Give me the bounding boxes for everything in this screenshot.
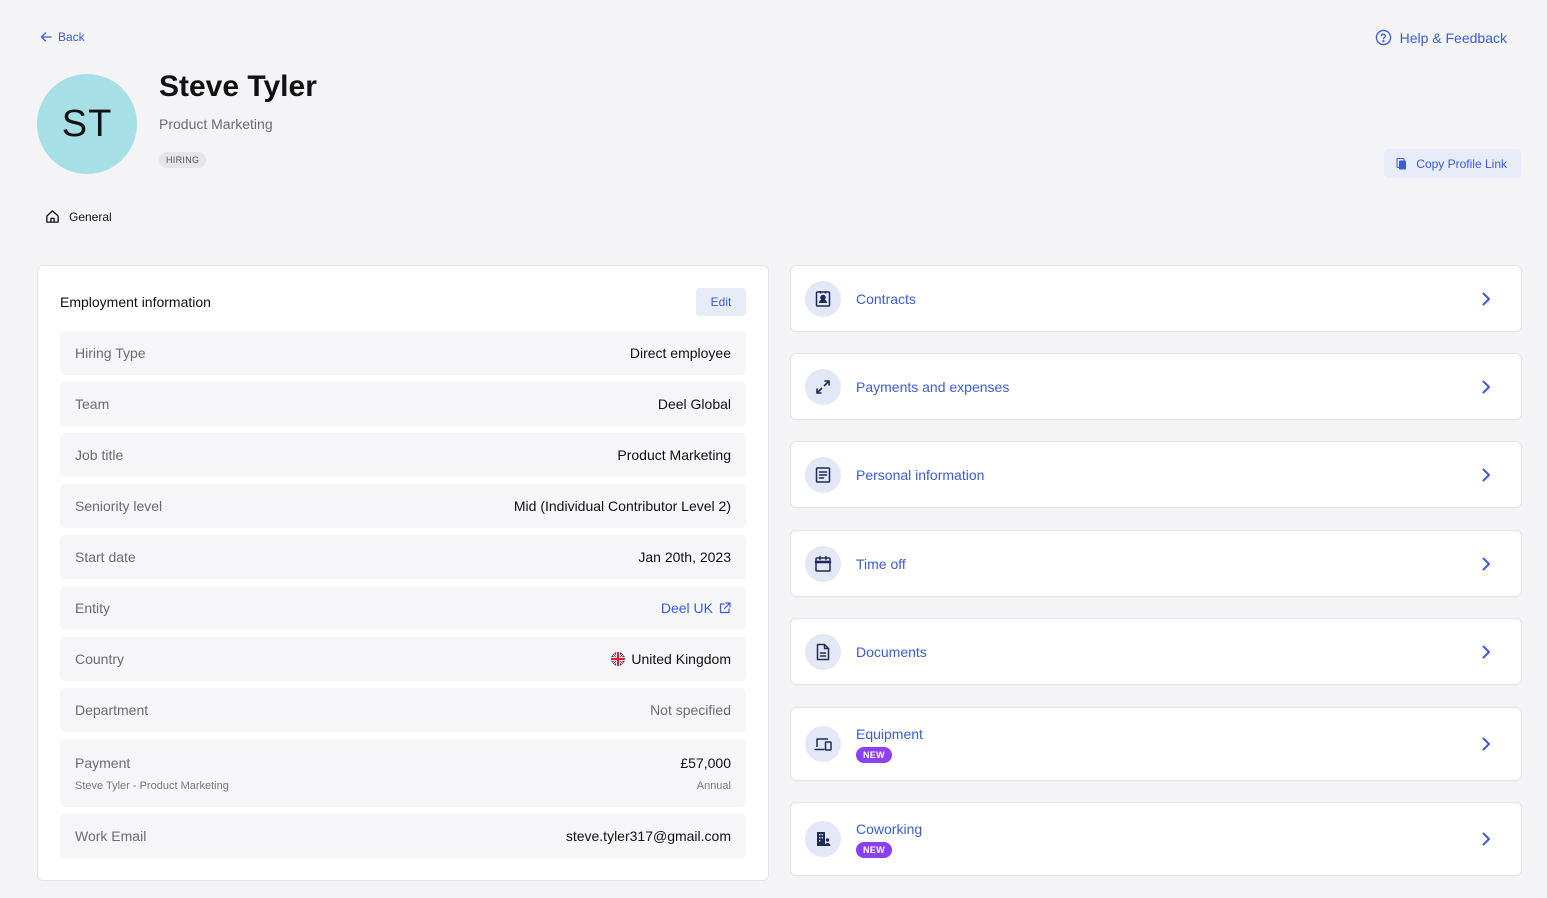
info-label: Team xyxy=(75,396,110,412)
external-link-icon xyxy=(719,602,731,614)
employment-info-title: Employment information xyxy=(60,294,211,310)
info-value: steve.tyler317@gmail.com xyxy=(565,828,731,844)
document-lines-icon xyxy=(805,456,841,493)
section-label: Payments and expenses xyxy=(856,378,1010,395)
copy-icon xyxy=(1396,157,1407,169)
section-label: Equipment xyxy=(856,725,923,742)
payment-frequency: Annual xyxy=(696,779,731,792)
chevron-right-icon xyxy=(1482,645,1490,658)
info-row-hiring-type: Hiring Type Direct employee xyxy=(60,331,746,375)
help-feedback-link[interactable]: Help & Feedback xyxy=(1375,29,1507,46)
chevron-right-icon xyxy=(1482,468,1490,481)
file-icon xyxy=(805,633,841,670)
country-value: United Kingdom xyxy=(631,651,731,667)
info-label: Department xyxy=(75,702,149,718)
info-value: United Kingdom xyxy=(611,651,731,667)
info-label: Payment xyxy=(75,754,131,771)
chevron-right-icon xyxy=(1482,557,1490,570)
avatar: ST xyxy=(37,74,137,174)
info-label: Work Email xyxy=(75,828,147,844)
new-badge: NEW xyxy=(856,841,892,858)
help-circle-icon xyxy=(1375,29,1391,46)
new-badge: NEW xyxy=(856,746,892,763)
info-row-seniority: Seniority level Mid (Individual Contribu… xyxy=(60,484,746,528)
arrows-icon xyxy=(805,368,841,405)
uk-flag-icon xyxy=(611,652,626,666)
tab-general-label: General xyxy=(69,209,112,224)
chevron-right-icon xyxy=(1482,380,1490,393)
info-row-job-title: Job title Product Marketing xyxy=(60,433,746,477)
section-card-contracts[interactable]: Contracts xyxy=(790,265,1522,332)
employment-info-card: Employment information Edit Hiring Type … xyxy=(37,265,769,881)
tab-general[interactable]: General xyxy=(45,209,112,224)
section-label: Personal information xyxy=(856,466,985,483)
info-label: Start date xyxy=(75,549,136,565)
payment-description: Steve Tyler - Product Marketing xyxy=(75,779,229,792)
section-card-coworking[interactable]: Coworking NEW xyxy=(790,802,1522,876)
info-row-team: Team Deel Global xyxy=(60,382,746,426)
info-value: Jan 20th, 2023 xyxy=(638,549,731,565)
section-label: Time off xyxy=(856,555,906,572)
info-label: Entity xyxy=(75,600,111,616)
info-label: Job title xyxy=(75,447,124,463)
section-card-personal-information[interactable]: Personal information xyxy=(790,441,1522,508)
help-feedback-label: Help & Feedback xyxy=(1399,29,1507,46)
contract-icon xyxy=(805,280,841,317)
section-label: Contracts xyxy=(856,290,916,307)
info-row-payment: Payment Steve Tyler - Product Marketing … xyxy=(60,739,746,807)
devices-icon xyxy=(805,726,841,762)
info-row-department: Department Not specified xyxy=(60,688,746,732)
section-card-equipment[interactable]: Equipment NEW xyxy=(790,707,1522,781)
info-value: Product Marketing xyxy=(617,447,731,463)
info-row-work-email: Work Email steve.tyler317@gmail.com xyxy=(60,814,746,858)
copy-profile-link-label: Copy Profile Link xyxy=(1416,156,1507,171)
info-value: Deel Global xyxy=(657,396,731,412)
profile-role: Product Marketing xyxy=(159,116,273,132)
info-label: Hiring Type xyxy=(75,345,146,361)
employment-info-header: Employment information Edit xyxy=(60,288,746,316)
avatar-initials: ST xyxy=(61,102,113,145)
back-link[interactable]: Back xyxy=(40,30,85,44)
home-icon xyxy=(46,210,59,223)
info-value: Mid (Individual Contributor Level 2) xyxy=(513,498,731,514)
section-card-payments[interactable]: Payments and expenses xyxy=(790,353,1522,420)
info-row-start-date: Start date Jan 20th, 2023 xyxy=(60,535,746,579)
building-icon xyxy=(805,821,841,857)
profile-name: Steve Tyler xyxy=(159,70,317,103)
info-row-entity: Entity Deel UK xyxy=(60,586,746,630)
chevron-right-icon xyxy=(1482,292,1490,305)
info-label: Seniority level xyxy=(75,498,163,514)
chevron-right-icon xyxy=(1482,737,1490,751)
info-value: Direct employee xyxy=(629,345,731,361)
section-label: Documents xyxy=(856,643,927,660)
chevron-right-icon xyxy=(1482,832,1490,846)
entity-link-label: Deel UK xyxy=(660,600,713,616)
edit-button[interactable]: Edit xyxy=(696,288,746,316)
info-label: Country xyxy=(75,651,125,667)
entity-link[interactable]: Deel UK xyxy=(661,600,731,616)
section-card-documents[interactable]: Documents xyxy=(790,618,1522,685)
status-badge: HIRING xyxy=(159,152,207,168)
section-label: Coworking xyxy=(856,820,923,837)
section-card-time-off[interactable]: Time off xyxy=(790,530,1522,597)
calendar-icon xyxy=(805,545,841,582)
info-row-country: Country United Kingdom xyxy=(60,637,746,681)
payment-amount: £57,000 xyxy=(680,754,731,771)
arrow-left-icon xyxy=(40,32,52,42)
back-label: Back xyxy=(58,30,85,44)
copy-profile-link-button[interactable]: Copy Profile Link xyxy=(1384,149,1521,178)
info-value: Not specified xyxy=(650,702,731,718)
